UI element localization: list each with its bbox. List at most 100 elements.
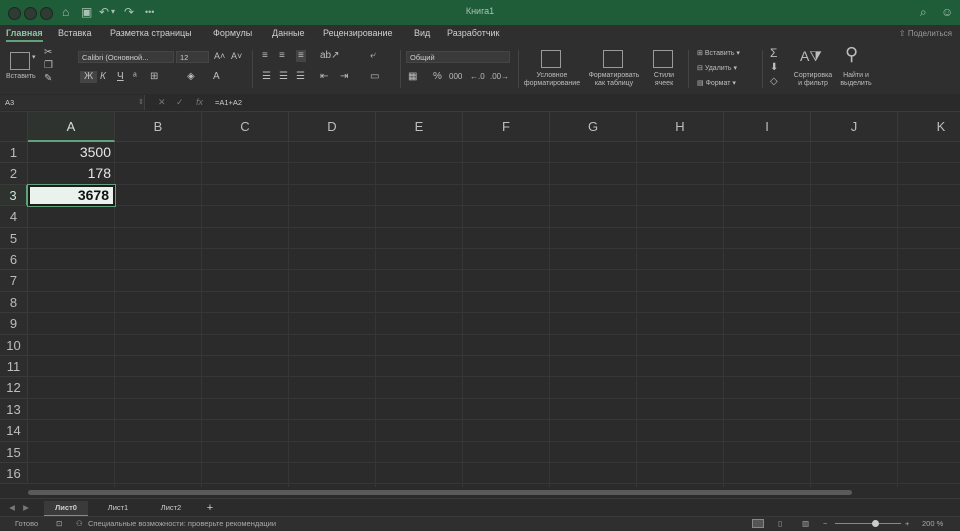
select-all-corner[interactable] — [0, 112, 28, 142]
number-format-select[interactable]: Общий — [406, 51, 510, 63]
column-header-h[interactable]: H — [637, 112, 724, 142]
autosum-button[interactable]: Σ — [770, 47, 777, 59]
find-select-label[interactable]: Найти и выделить — [838, 72, 874, 88]
fill-color-icon[interactable]: ◈ — [187, 71, 195, 83]
align-left-icon[interactable]: ☰ — [262, 71, 271, 83]
font-name-select[interactable]: Calibri (Основной... — [78, 51, 174, 63]
font-size-select[interactable]: 12 — [176, 51, 209, 63]
zoom-out-icon[interactable]: − — [823, 517, 827, 531]
underline-button[interactable]: Ч — [117, 71, 124, 83]
align-top-icon[interactable]: ≡ — [262, 50, 268, 62]
tab-home[interactable]: Главная — [6, 28, 43, 38]
cell-a1[interactable]: 3500 — [28, 142, 115, 163]
tab-data[interactable]: Данные — [272, 28, 305, 38]
cell-a2[interactable]: 178 — [28, 163, 115, 184]
align-center-icon[interactable]: ☰ — [279, 71, 288, 83]
zoom-in-icon[interactable]: + — [905, 517, 909, 531]
spreadsheet-grid[interactable]: A B C D E F G H I J K 1 2 3 4 5 6 7 8 9 10 11 12 13 14 15 16 3500 17… — [0, 112, 960, 487]
format-as-table-icon[interactable] — [603, 50, 623, 68]
decrease-indent-icon[interactable]: ⇤ — [320, 71, 328, 83]
zoom-slider[interactable] — [835, 523, 901, 524]
formula-input[interactable]: =A1+A2 — [215, 95, 242, 110]
copy-icon[interactable]: ❐ — [44, 60, 53, 72]
format-cells-button[interactable]: ▤ Формат ▾ — [697, 80, 736, 88]
row-header-8[interactable]: 8 — [0, 291, 28, 314]
macro-record-icon[interactable]: ⊡ — [56, 517, 62, 531]
name-box[interactable]: A3 — [0, 95, 145, 110]
align-middle-icon[interactable]: ≡ — [279, 50, 285, 62]
row-header-4[interactable]: 4 — [0, 206, 28, 228]
percent-style-button[interactable]: % — [433, 71, 442, 83]
add-sheet-button[interactable]: + — [202, 501, 218, 515]
find-select-icon[interactable]: ⚲ — [845, 45, 858, 63]
sheet-tab-2[interactable]: Лист2 — [149, 501, 193, 515]
normal-view-icon[interactable] — [752, 519, 764, 528]
conditional-formatting-label[interactable]: Условное форматирование — [522, 72, 582, 88]
zoom-level[interactable]: 200 % — [922, 517, 943, 531]
column-header-k[interactable]: K — [898, 112, 960, 142]
name-box-dropdown-icon[interactable]: ⇕ — [138, 95, 144, 110]
tab-formulas[interactable]: Формулы — [213, 28, 252, 38]
prev-sheet-icon[interactable]: ◀ — [6, 501, 18, 515]
cell-styles-icon[interactable] — [653, 50, 673, 68]
account-icon[interactable]: ☺ — [941, 4, 953, 20]
next-sheet-icon[interactable]: ▶ — [20, 501, 32, 515]
decrease-decimal-icon[interactable]: .00→ — [490, 71, 509, 83]
font-color-icon[interactable]: A — [213, 71, 220, 83]
sort-filter-label[interactable]: Сортировка и фильтр — [790, 72, 836, 88]
row-header-12[interactable]: 12 — [0, 377, 28, 399]
horizontal-scroll-thumb[interactable] — [28, 490, 852, 495]
accessibility-icon[interactable]: ⚇ — [76, 517, 83, 531]
cell-a3[interactable]: 3678 — [27, 183, 116, 208]
tab-page-layout[interactable]: Разметка страницы — [110, 28, 192, 38]
increase-font-icon[interactable]: A˄ — [214, 50, 225, 62]
insert-cells-button[interactable]: ⊞ Вставить ▾ — [697, 50, 740, 58]
cut-icon[interactable]: ✂ — [44, 47, 52, 59]
column-header-i[interactable]: I — [724, 112, 811, 142]
share-button[interactable]: ⇧ Поделиться — [899, 29, 952, 38]
page-break-view-icon[interactable]: ▥ — [802, 517, 809, 531]
enter-icon[interactable]: ✓ — [176, 95, 184, 110]
row-header-3[interactable]: 3 — [0, 184, 28, 207]
column-header-g[interactable]: G — [550, 112, 637, 142]
bold-button[interactable]: Ж — [80, 71, 98, 83]
orientation-icon[interactable]: ab↗ — [320, 50, 340, 62]
strikethrough-icon[interactable]: ᵃ — [133, 71, 137, 83]
align-right-icon[interactable]: ☰ — [296, 71, 305, 83]
comma-style-icon[interactable]: 000 — [449, 71, 462, 83]
row-header-14[interactable]: 14 — [0, 420, 28, 442]
tab-review[interactable]: Рецензирование — [323, 28, 393, 38]
row-header-1[interactable]: 1 — [0, 142, 28, 164]
row-header-6[interactable]: 6 — [0, 249, 28, 271]
format-as-table-label[interactable]: Форматировать как таблицу — [584, 72, 644, 88]
column-header-j[interactable]: J — [811, 112, 898, 142]
merge-cells-icon[interactable]: ▭ — [370, 71, 379, 83]
column-header-d[interactable]: D — [289, 112, 376, 142]
tab-developer[interactable]: Разработчик — [447, 28, 499, 38]
align-bottom-icon[interactable]: ≡ — [296, 50, 306, 62]
row-header-9[interactable]: 9 — [0, 313, 28, 335]
clear-icon[interactable]: ◇ — [770, 76, 778, 88]
column-header-b[interactable]: B — [115, 112, 202, 142]
format-painter-icon[interactable]: ✎ — [44, 73, 52, 85]
insert-function-button[interactable]: fx — [196, 95, 203, 110]
increase-indent-icon[interactable]: ⇥ — [340, 71, 348, 83]
paste-icon[interactable] — [10, 52, 30, 70]
row-header-10[interactable]: 10 — [0, 334, 28, 356]
row-header-15[interactable]: 15 — [0, 441, 28, 463]
fill-icon[interactable]: ⬇ — [770, 62, 778, 74]
row-header-13[interactable]: 13 — [0, 398, 28, 421]
sort-filter-icon[interactable]: A⧩ — [800, 49, 822, 63]
wrap-text-icon[interactable]: ⤶ — [370, 50, 376, 62]
column-header-c[interactable]: C — [202, 112, 289, 142]
row-header-7[interactable]: 7 — [0, 270, 28, 292]
cell-styles-label[interactable]: Стили ячеек — [648, 72, 680, 88]
row-header-5[interactable]: 5 — [0, 227, 28, 249]
sheet-tab-0[interactable]: Лист0 — [44, 501, 88, 517]
cancel-icon[interactable]: ✕ — [158, 95, 166, 110]
row-header-16[interactable]: 16 — [0, 463, 28, 485]
search-icon[interactable]: ⌕ — [920, 4, 927, 20]
borders-icon[interactable]: ⊞ — [150, 71, 158, 83]
delete-cells-button[interactable]: ⊟ Удалить ▾ — [697, 65, 737, 73]
column-header-e[interactable]: E — [376, 112, 463, 142]
